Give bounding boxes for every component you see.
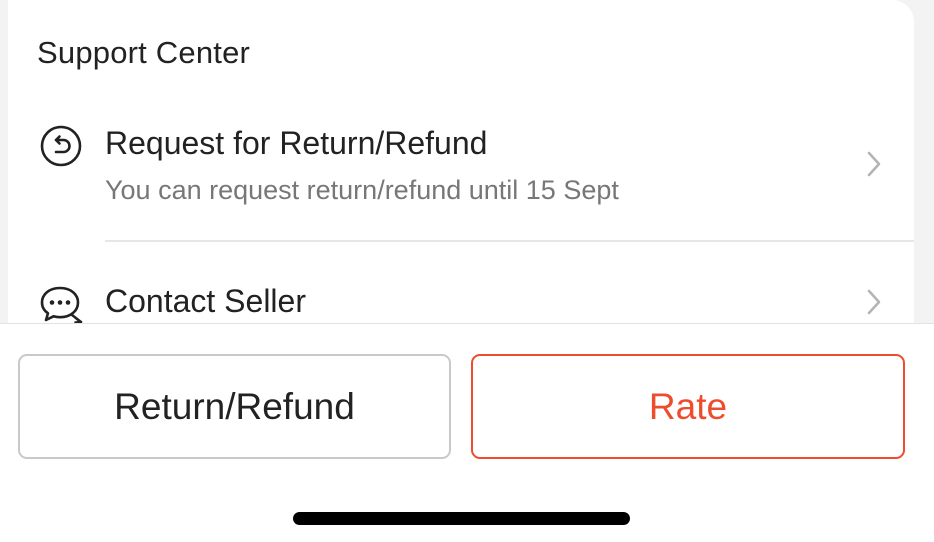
chat-bubbles-icon xyxy=(40,286,83,324)
bottom-action-bar: Return/Refund Rate xyxy=(0,323,934,542)
return-refund-button[interactable]: Return/Refund xyxy=(18,354,451,459)
return-deadline-text: You can request return/refund until 15 S… xyxy=(105,175,619,205)
chevron-right-icon xyxy=(867,289,881,315)
order-detail-screen: Support Center Request for Return/Refund… xyxy=(0,0,934,542)
contact-seller-label: Contact Seller xyxy=(105,283,306,319)
support-center-card: Support Center Request for Return/Refund… xyxy=(8,0,914,340)
rate-button-label: Rate xyxy=(648,385,728,427)
return-icon xyxy=(40,125,82,167)
return-refund-button-label: Return/Refund xyxy=(114,385,355,427)
chevron-right-icon xyxy=(867,151,881,177)
row-divider xyxy=(105,240,914,242)
request-return-refund-label: Request for Return/Refund xyxy=(105,125,488,161)
rate-button[interactable]: Rate xyxy=(471,354,905,459)
request-return-refund-row[interactable]: Request for Return/Refund You can reques… xyxy=(8,115,914,240)
support-center-title: Support Center xyxy=(37,35,251,70)
home-indicator xyxy=(293,512,630,525)
